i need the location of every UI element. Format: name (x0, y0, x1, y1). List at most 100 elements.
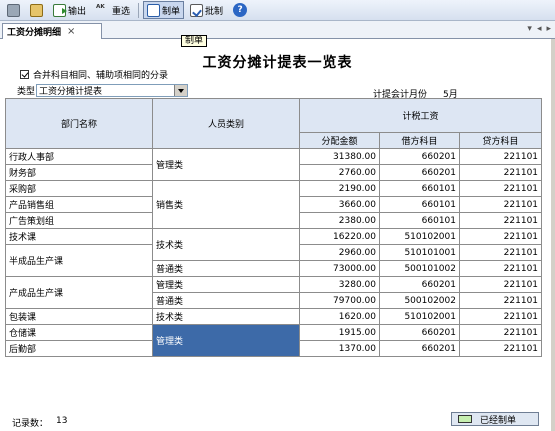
record-count-label: 记录数： (12, 419, 49, 429)
header-amount: 分配金额 (299, 132, 380, 149)
header-debit: 借方科目 (379, 132, 460, 149)
cell-credit[interactable]: 221101 (458, 228, 543, 245)
type-select-value: 工资分摊计提表 (39, 87, 103, 97)
export-button[interactable]: 输出 (49, 1, 90, 19)
cell-debit[interactable]: 500102002 (379, 292, 460, 309)
cell-credit[interactable]: 221101 (458, 244, 543, 261)
chevron-down-icon[interactable] (174, 85, 188, 96)
cell-amount[interactable]: 73000.00 (299, 260, 380, 277)
table-row[interactable]: 技术课 技术类 16220.00 510102001 221101 (5, 228, 543, 261)
cell-debit[interactable]: 510101001 (379, 244, 460, 261)
cell-debit[interactable]: 510102001 (379, 308, 460, 325)
tooltip: 制单 (181, 35, 208, 47)
record-count: 记录数： 13 (12, 416, 67, 429)
toolbar: 输出 ᴬᴷ 重选 制单 批制 ? (0, 0, 555, 21)
cell-dept[interactable]: 技术课 (5, 228, 153, 245)
cell-category[interactable]: 普通类 (152, 292, 300, 309)
tab-next-icon[interactable]: ▸ (546, 24, 551, 34)
toolbar-separator (138, 2, 140, 18)
cell-category[interactable]: 管理类 (152, 276, 300, 293)
cell-debit[interactable]: 660201 (379, 164, 460, 181)
printer-icon (7, 3, 20, 17)
cell-amount[interactable]: 2380.00 (299, 212, 380, 229)
table-row[interactable]: 包装课 技术类 1620.00 510102001 221101 (5, 308, 543, 325)
cell-credit[interactable]: 221101 (458, 196, 543, 213)
cell-debit[interactable]: 660201 (379, 324, 460, 341)
batch-make-button[interactable]: 批制 (186, 1, 227, 19)
cell-credit[interactable]: 221101 (458, 148, 543, 165)
cell-amount[interactable]: 31380.00 (299, 148, 380, 165)
merge-option[interactable]: 合并科目相同、辅助项相同的分录 (20, 68, 168, 81)
header-group: 计税工资 (298, 98, 543, 133)
cell-amount[interactable]: 2190.00 (299, 180, 380, 197)
print-button[interactable] (3, 1, 24, 19)
cell-debit[interactable]: 660201 (379, 340, 460, 357)
cell-amount[interactable]: 3660.00 (299, 196, 380, 213)
status-label: 已经制单 (480, 415, 517, 426)
cell-dept[interactable]: 包装课 (5, 308, 153, 325)
cell-debit[interactable]: 660201 (379, 148, 460, 165)
cell-debit[interactable]: 500101002 (379, 260, 460, 277)
export-icon (53, 3, 67, 17)
type-row: 类型 工资分摊计提表 (17, 84, 189, 97)
cell-dept[interactable]: 广告策划组 (5, 212, 153, 229)
cell-category[interactable]: 管理类 (152, 148, 300, 181)
cell-amount[interactable]: 79700.00 (299, 292, 380, 309)
cell-category[interactable]: 技术类 (152, 308, 300, 325)
cell-credit[interactable]: 221101 (458, 308, 543, 325)
type-select[interactable]: 工资分摊计提表 (36, 84, 189, 97)
help-button[interactable]: ? (229, 1, 251, 19)
header-category: 人员类别 (152, 98, 300, 149)
cell-amount[interactable]: 16220.00 (299, 228, 380, 245)
table-row[interactable]: 产成品生产课 管理类 3280.00 660201 221101 (5, 276, 543, 309)
cell-amount[interactable]: 1370.00 (299, 340, 380, 357)
export-label: 输出 (68, 6, 87, 17)
preview-button[interactable] (26, 1, 47, 19)
cell-debit[interactable]: 660101 (379, 196, 460, 213)
cell-dept[interactable]: 仓储课 (5, 324, 153, 341)
cell-amount[interactable]: 3280.00 (299, 276, 380, 293)
cell-dept[interactable]: 产成品生产课 (5, 276, 153, 309)
cell-amount[interactable]: 1620.00 (299, 308, 380, 325)
tab-wage-allocation[interactable]: 工资分摊明细 × (2, 23, 102, 39)
cell-debit[interactable]: 660201 (379, 276, 460, 293)
make-voucher-button[interactable]: 制单 (143, 1, 185, 19)
cell-category[interactable]: 技术类 (152, 228, 300, 261)
cell-debit[interactable]: 660101 (379, 212, 460, 229)
cell-amount[interactable]: 2960.00 (299, 244, 380, 261)
tab-list-icon[interactable]: ▾ (527, 24, 532, 34)
table-row[interactable]: 采购部 销售类 2190.00 660101 221101 (5, 180, 543, 229)
report-panel: 制单 工资分摊计提表一览表 合并科目相同、辅助项相同的分录 类型 工资分摊计提表… (0, 35, 555, 431)
cell-dept[interactable]: 财务部 (5, 164, 153, 181)
cell-dept[interactable]: 半成品生产课 (5, 244, 153, 277)
cell-credit[interactable]: 221101 (458, 260, 543, 277)
cell-category-selected[interactable]: 管理类 (152, 324, 300, 357)
cell-amount[interactable]: 2760.00 (299, 164, 380, 181)
cell-debit[interactable]: 510102001 (379, 228, 460, 245)
batch-icon (190, 3, 204, 17)
make-voucher-label: 制单 (162, 6, 181, 17)
cell-dept[interactable]: 产品销售组 (5, 196, 153, 213)
close-icon[interactable]: × (67, 26, 75, 37)
cell-category[interactable]: 普通类 (152, 260, 300, 277)
cell-credit[interactable]: 221101 (458, 212, 543, 229)
cell-dept[interactable]: 行政人事部 (5, 148, 153, 165)
reselect-button[interactable]: ᴬᴷ 重选 (92, 1, 134, 19)
cell-debit[interactable]: 660101 (379, 180, 460, 197)
status-swatch (458, 415, 472, 423)
cell-category[interactable]: 销售类 (152, 180, 300, 229)
cell-credit[interactable]: 221101 (458, 276, 543, 293)
cell-credit[interactable]: 221101 (458, 164, 543, 181)
cell-credit[interactable]: 221101 (458, 180, 543, 197)
tab-prev-icon[interactable]: ◂ (537, 24, 542, 34)
table-row[interactable]: 仓储课 管理类 1915.00 660201 221101 (5, 324, 543, 357)
header-credit: 贷方科目 (458, 132, 543, 149)
cell-credit[interactable]: 221101 (458, 340, 543, 357)
cell-credit[interactable]: 221101 (458, 292, 543, 309)
merge-checkbox[interactable] (20, 70, 29, 79)
cell-dept[interactable]: 采购部 (5, 180, 153, 197)
cell-dept[interactable]: 后勤部 (5, 340, 153, 357)
cell-credit[interactable]: 221101 (458, 324, 543, 341)
table-row[interactable]: 行政人事部 管理类 31380.00 660201 221101 (5, 148, 543, 181)
cell-amount[interactable]: 1915.00 (299, 324, 380, 341)
